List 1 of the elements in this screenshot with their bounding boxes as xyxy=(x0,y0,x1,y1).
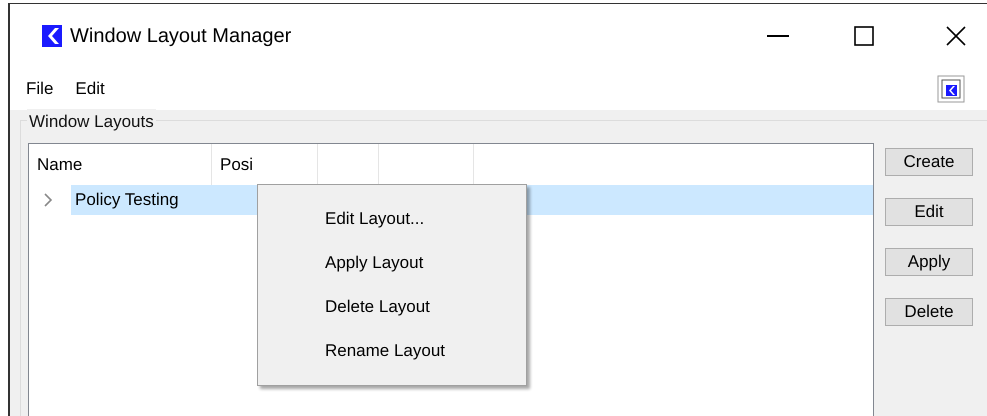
window-title: Window Layout Manager xyxy=(70,24,292,49)
